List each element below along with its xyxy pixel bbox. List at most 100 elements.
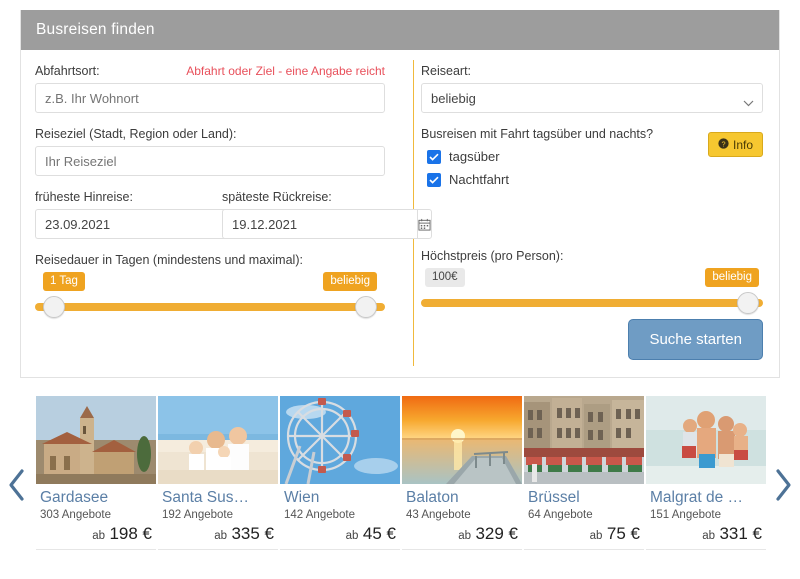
card-offers: 192 Angebote — [162, 509, 233, 521]
destination-input[interactable] — [35, 146, 385, 176]
card-price-amount: 45 € — [362, 524, 396, 543]
chevron-right-icon[interactable] — [772, 468, 794, 507]
family-beach-sea-image — [646, 396, 766, 484]
max-price-slider-track — [421, 299, 763, 307]
max-price-label: Höchstpreis (pro Person): — [421, 249, 564, 263]
card-body: Malgrat de … 151 Angebote ab 331 € — [646, 484, 766, 550]
travel-type-label: Reiseart: — [421, 64, 472, 78]
departure-input[interactable] — [35, 83, 385, 113]
card-title: Gardasee — [40, 489, 109, 506]
checkbox-label-tagsueber: tagsüber — [449, 149, 500, 164]
departure-label: Abfahrtsort: — [35, 64, 100, 78]
card-title: Malgrat de … — [650, 489, 744, 506]
duration-min-badge: 1 Tag — [43, 272, 85, 291]
travel-type-select[interactable]: beliebig — [421, 83, 763, 113]
card-price-prefix: ab — [702, 530, 715, 542]
card-price: ab 335 € — [162, 524, 274, 549]
card-price-amount: 198 € — [109, 524, 152, 543]
card-title: Wien — [284, 489, 320, 506]
list-item[interactable]: Gardasee 303 Angebote ab 198 € — [36, 396, 156, 550]
date-to-label: späteste Rückreise: — [222, 190, 332, 204]
card-price: ab 198 € — [40, 524, 152, 549]
duration-max-badge: beliebig — [323, 272, 377, 291]
checkbox-nachtfahrt[interactable] — [427, 172, 441, 187]
card-offers: 64 Angebote — [528, 509, 593, 521]
list-item[interactable]: Balaton 43 Angebote ab 329 € — [402, 396, 522, 550]
travel-type-group: Reiseart: beliebig — [421, 64, 763, 113]
card-price-amount: 331 € — [719, 524, 762, 543]
date-from-group: früheste Hinreise: — [35, 190, 245, 239]
max-price-max-badge: beliebig — [705, 268, 759, 287]
card-body: Santa Sus… 192 Angebote ab 335 € — [158, 484, 278, 550]
card-title: Balaton — [406, 489, 459, 506]
sunset-pier-image — [402, 396, 522, 484]
card-price-prefix: ab — [92, 530, 105, 542]
duration-label: Reisedauer in Tagen (mindestens und maxi… — [35, 253, 303, 267]
max-price-min-badge: 100€ — [425, 268, 465, 287]
card-price-prefix: ab — [345, 530, 359, 542]
card-price: ab 75 € — [528, 524, 640, 549]
travel-type-selected-value: beliebig — [431, 90, 476, 106]
duration-slider-max-handle[interactable] — [355, 296, 377, 318]
italian-village-church-image — [36, 396, 156, 484]
search-panel: Busreisen finden Abfahrtsort: Abfahrt od… — [20, 10, 780, 378]
departure-warning: Abfahrt oder Ziel - eine Angabe reicht — [186, 64, 385, 78]
date-from-input[interactable] — [35, 209, 230, 239]
card-price-amount: 329 € — [475, 524, 518, 543]
submit-area: Suche starten — [628, 319, 763, 360]
date-from-label: früheste Hinreise: — [35, 190, 133, 204]
max-price-badges: 100€ beliebig — [421, 268, 763, 288]
info-button-label: Info — [732, 137, 753, 152]
list-item[interactable]: Santa Sus… 192 Angebote ab 335 € — [158, 396, 278, 550]
card-offers: 142 Angebote — [284, 509, 355, 521]
checkbox-tagsueber[interactable] — [427, 149, 441, 164]
card-title: Brüssel — [528, 489, 580, 506]
list-item[interactable]: Wien 142 Angebote ab 45 € — [280, 396, 400, 550]
max-price-slider[interactable] — [421, 292, 763, 314]
list-item[interactable]: Brüssel 64 Angebote ab 75 € — [524, 396, 644, 550]
card-body: Gardasee 303 Angebote ab 198 € — [36, 484, 156, 550]
ferris-wheel-image — [280, 396, 400, 484]
destination-carousel: Gardasee 303 Angebote ab 198 € Santa Sus… — [0, 390, 800, 570]
checkbox-row-nachtfahrt[interactable]: Nachtfahrt — [427, 172, 763, 187]
card-body: Balaton 43 Angebote ab 329 € — [402, 484, 522, 550]
card-body: Wien 142 Angebote ab 45 € — [280, 484, 400, 550]
carousel-cards: Gardasee 303 Angebote ab 198 € Santa Sus… — [36, 396, 766, 550]
duration-slider-min-handle[interactable] — [43, 296, 65, 318]
family-on-beach-image — [158, 396, 278, 484]
date-range-group: früheste Hinreise: 23.09.2021 späteste R… — [35, 190, 432, 239]
card-price-amount: 335 € — [231, 524, 274, 543]
card-offers: 151 Angebote — [650, 509, 721, 521]
date-to-input[interactable] — [222, 209, 417, 239]
card-body: Brüssel 64 Angebote ab 75 € — [524, 484, 644, 550]
card-title: Santa Sus… — [162, 489, 250, 506]
list-item[interactable]: Malgrat de … 151 Angebote ab 331 € — [646, 396, 766, 550]
departure-field-group: Abfahrtsort: Abfahrt oder Ziel - eine An… — [35, 64, 385, 113]
page-title: Busreisen finden — [36, 21, 155, 38]
card-price-prefix: ab — [458, 530, 471, 542]
date-to-group: späteste Rückreise: — [222, 190, 432, 239]
card-price-prefix: ab — [214, 530, 227, 542]
card-price-amount: 75 € — [606, 524, 640, 543]
panel-header: Busreisen finden — [21, 10, 779, 50]
panel-body: Abfahrtsort: Abfahrt oder Ziel - eine An… — [21, 50, 779, 378]
chevron-left-icon[interactable] — [6, 468, 28, 507]
checkbox-label-nachtfahrt: Nachtfahrt — [449, 172, 509, 187]
search-start-button[interactable]: Suche starten — [628, 319, 763, 360]
destination-label: Reiseziel (Stadt, Region oder Land): — [35, 127, 237, 141]
grand-place-buildings-image — [524, 396, 644, 484]
destination-field-group: Reiseziel (Stadt, Region oder Land): — [35, 127, 385, 176]
card-offers: 43 Angebote — [406, 509, 471, 521]
duration-badges: 1 Tag beliebig — [35, 272, 385, 292]
svg-text:?: ? — [721, 139, 725, 148]
card-price-prefix: ab — [589, 530, 603, 542]
card-price: ab 331 € — [650, 524, 762, 549]
left-column: Abfahrtsort: Abfahrt oder Ziel - eine An… — [21, 50, 432, 378]
max-price-slider-handle[interactable] — [737, 292, 759, 314]
card-price: ab 329 € — [406, 524, 518, 549]
right-column: Reiseart: beliebig Busreisen mit Fahrt t… — [403, 50, 779, 378]
duration-slider-track — [35, 303, 385, 311]
info-button[interactable]: ? Info — [707, 132, 763, 157]
duration-slider[interactable] — [35, 296, 385, 318]
max-price-group: Höchstpreis (pro Person): 100€ beliebig — [421, 249, 763, 314]
